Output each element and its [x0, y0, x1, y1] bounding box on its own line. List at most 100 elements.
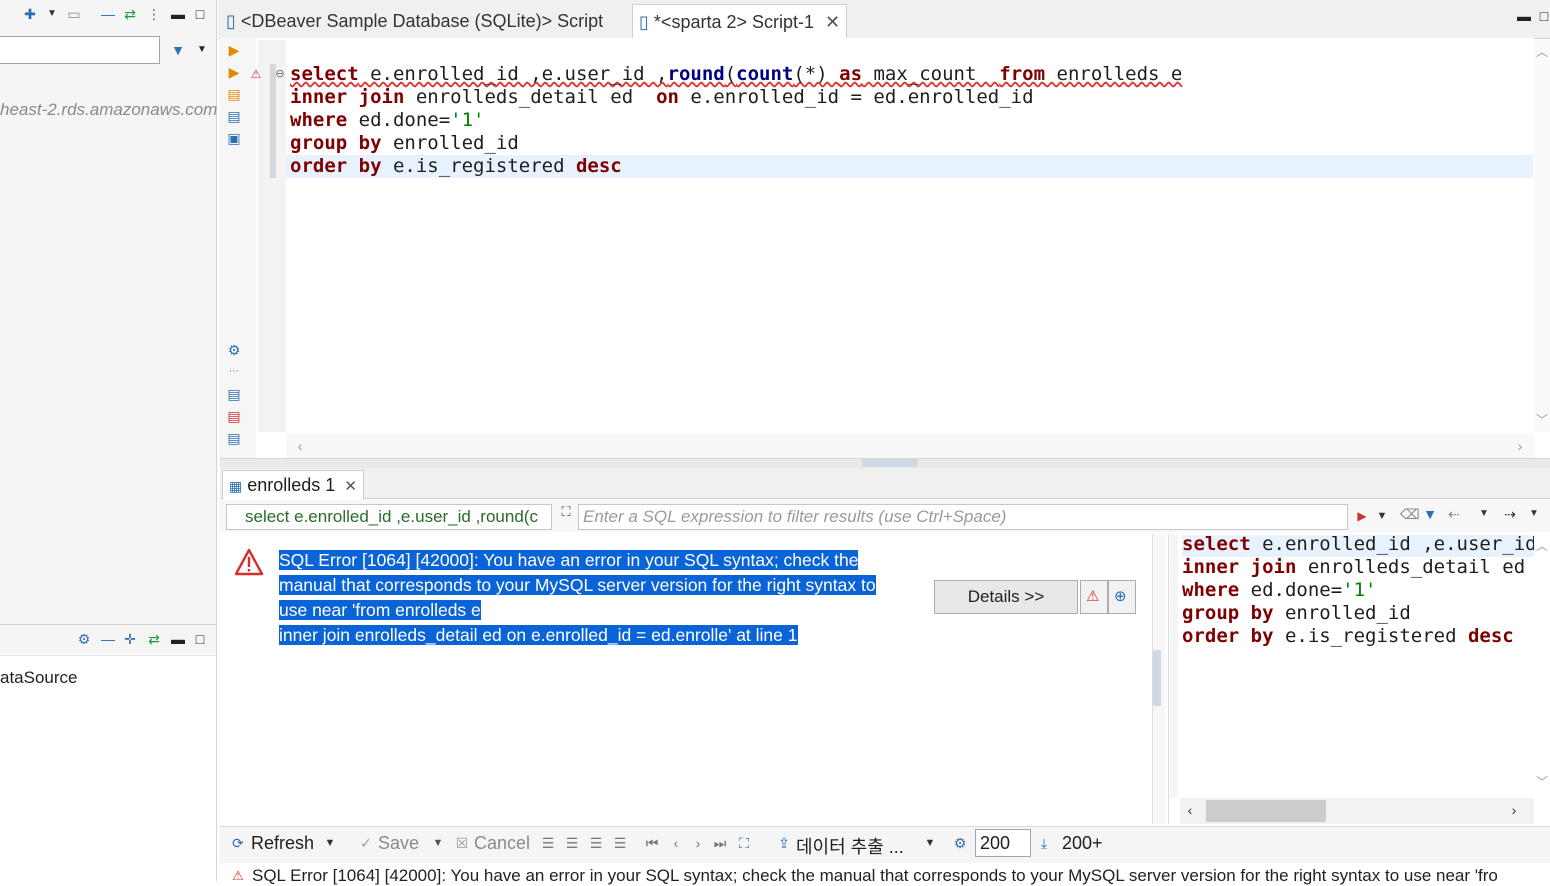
- forward-dropdown-icon[interactable]: ▼: [1526, 506, 1542, 522]
- scroll-up-icon[interactable]: ︿: [1534, 538, 1550, 554]
- export-icon[interactable]: ⇪: [776, 835, 792, 851]
- explain-plan-icon[interactable]: ▤: [226, 86, 242, 102]
- delete-row-icon[interactable]: ☰: [612, 835, 628, 851]
- add-row-icon[interactable]: ☰: [564, 835, 580, 851]
- scroll-down-icon[interactable]: ﹀: [1534, 412, 1550, 428]
- last-page-icon[interactable]: ⏭: [712, 835, 728, 851]
- cancel-button[interactable]: Cancel: [474, 833, 530, 854]
- apply-filter-icon[interactable]: ▼: [1422, 506, 1438, 522]
- save-icon[interactable]: ✓: [358, 835, 374, 851]
- close-icon[interactable]: ✕: [344, 478, 357, 495]
- refresh-icon[interactable]: ⟳: [230, 835, 246, 851]
- copy-row-icon[interactable]: ☰: [588, 835, 604, 851]
- query-text[interactable]: select e.enrolled_id ,e.user_id inner joi…: [1182, 533, 1537, 648]
- error-message[interactable]: SQL Error [1064] [42000]: You have an er…: [279, 548, 919, 648]
- panel-sash[interactable]: [1152, 534, 1165, 824]
- load-plan-icon[interactable]: ▤: [226, 108, 242, 124]
- scroll-left-icon[interactable]: ‹: [292, 438, 308, 454]
- filter-expression-input[interactable]: Enter a SQL expression to filter results…: [578, 504, 1348, 530]
- new-folder-icon[interactable]: ▭: [66, 6, 82, 22]
- new-connection-icon[interactable]: ✚: [22, 6, 38, 22]
- code-line[interactable]: order by e.is_registered desc: [290, 155, 1182, 178]
- scroll-down-icon[interactable]: ﹀: [1534, 774, 1550, 790]
- erase-filter-icon[interactable]: ⌫: [1400, 506, 1420, 522]
- filter-dropdown-icon[interactable]: ▼: [194, 42, 210, 58]
- export-icon[interactable]: ▤: [226, 386, 242, 402]
- previous-page-icon[interactable]: ‹: [668, 835, 684, 851]
- editor-horizontal-scrollbar[interactable]: ‹ ›: [286, 434, 1534, 458]
- minimize-icon[interactable]: ▬: [170, 6, 186, 22]
- view-menu-icon[interactable]: ⋮: [146, 6, 162, 22]
- tab-sparta-script[interactable]: ▯ *<sparta 2> Script-1 ✕: [632, 4, 848, 39]
- maximize-icon[interactable]: □: [192, 6, 208, 22]
- code-line[interactable]: inner join enrolleds_detail ed: [1182, 556, 1537, 579]
- settings-icon[interactable]: ⚙: [226, 342, 242, 358]
- collapse-all-icon[interactable]: —: [100, 6, 116, 22]
- scroll-right-icon[interactable]: ›: [1512, 438, 1528, 454]
- minimize-icon[interactable]: ▬: [1516, 8, 1532, 24]
- code-line[interactable]: where ed.done='1': [290, 109, 1182, 132]
- back-icon[interactable]: ⇠: [1446, 506, 1462, 522]
- collapse-icon[interactable]: —: [100, 631, 116, 647]
- error-file-icon[interactable]: ▤: [226, 408, 242, 424]
- export-dropdown-icon[interactable]: ▼: [922, 835, 938, 851]
- save-button[interactable]: Save: [378, 833, 419, 854]
- forward-icon[interactable]: ⇢: [1502, 506, 1518, 522]
- splitter-handle[interactable]: [862, 459, 918, 467]
- scrollbar-thumb[interactable]: [1206, 800, 1326, 822]
- navigator-filter-input[interactable]: [0, 36, 160, 64]
- editor-vertical-scrollbar[interactable]: ︿ ﹀: [1534, 40, 1550, 432]
- scroll-up-icon[interactable]: ︿: [1534, 44, 1550, 60]
- datasource-label[interactable]: ataSource: [0, 668, 78, 688]
- refresh-dropdown-icon[interactable]: ▼: [322, 835, 338, 851]
- back-dropdown-icon[interactable]: ▼: [1476, 506, 1492, 522]
- execute-script-icon[interactable]: ▶: [226, 64, 242, 80]
- code-line[interactable]: where ed.done='1': [1182, 579, 1537, 602]
- link-icon[interactable]: ⇄: [146, 631, 162, 647]
- export-data-button[interactable]: 데이터 추출 ...: [796, 833, 904, 859]
- execution-log-button[interactable]: ⊕: [1108, 580, 1136, 614]
- link-editor-icon[interactable]: ⇄: [122, 6, 138, 22]
- fetch-size-input[interactable]: 200: [975, 829, 1031, 857]
- edit-row-icon[interactable]: ☰: [540, 835, 556, 851]
- cancel-icon[interactable]: ☒: [454, 835, 470, 851]
- code-line[interactable]: order by e.is_registered desc: [1182, 625, 1537, 648]
- maximize-icon[interactable]: □: [1536, 8, 1550, 24]
- dropdown-arrow-icon[interactable]: ▼: [44, 6, 60, 22]
- next-page-icon[interactable]: ›: [690, 835, 706, 851]
- connection-url[interactable]: heast-2.rds.amazonaws.com: [0, 100, 217, 120]
- expand-icon[interactable]: ✛: [122, 631, 138, 647]
- execute-statement-icon[interactable]: ▶: [226, 42, 242, 58]
- query-text-field[interactable]: select e.enrolled_id ,e.user_id ,round(c: [226, 504, 552, 530]
- maximize-icon[interactable]: □: [192, 631, 208, 647]
- settings-icon[interactable]: ⚙: [952, 835, 968, 851]
- more-icon[interactable]: ⋯: [226, 364, 242, 380]
- save-dropdown-icon[interactable]: ▼: [430, 835, 446, 851]
- filter-history-icon[interactable]: ▼: [1374, 508, 1390, 524]
- code-line[interactable]: select e.enrolled_id ,e.user_id: [1182, 533, 1537, 556]
- fetch-all-icon[interactable]: ⛶: [736, 835, 752, 851]
- refresh-button[interactable]: Refresh: [251, 833, 314, 854]
- close-icon[interactable]: ✕: [825, 12, 840, 32]
- first-page-icon[interactable]: ⏮: [644, 835, 660, 851]
- details-button[interactable]: Details >>: [934, 580, 1078, 614]
- sql-file-icon[interactable]: ▤: [226, 430, 242, 446]
- code-line[interactable]: select e.enrolled_id ,e.user_id ,round(c…: [290, 63, 1182, 86]
- fetch-next-icon[interactable]: ⤓: [1036, 835, 1052, 851]
- console-icon[interactable]: ▣: [226, 130, 242, 146]
- code-line[interactable]: inner join enrolleds_detail ed on e.enro…: [290, 86, 1182, 109]
- code-line[interactable]: group by enrolled_id: [290, 132, 1182, 155]
- tab-sqlite-script[interactable]: ▯ <DBeaver Sample Database (SQLite)> Scr…: [220, 4, 609, 38]
- query-vertical-scrollbar[interactable]: ︿ ﹀: [1534, 534, 1550, 798]
- scroll-right-icon[interactable]: ›: [1506, 802, 1522, 818]
- minimize-icon[interactable]: ▬: [170, 631, 186, 647]
- filter-icon[interactable]: ▼: [170, 42, 186, 58]
- toggle-expand-icon[interactable]: ▶: [1354, 508, 1370, 524]
- error-log-button[interactable]: ⚠: [1080, 580, 1108, 614]
- sash-handle[interactable]: [1153, 650, 1161, 706]
- sql-code[interactable]: select e.enrolled_id ,e.user_id ,round(c…: [290, 63, 1182, 178]
- expand-filter-icon[interactable]: ⛶: [558, 504, 574, 520]
- code-line[interactable]: group by enrolled_id: [1182, 602, 1537, 625]
- tab-results-enrolleds[interactable]: ▦ enrolleds 1 ✕: [222, 470, 364, 499]
- scroll-left-icon[interactable]: ‹: [1182, 802, 1198, 818]
